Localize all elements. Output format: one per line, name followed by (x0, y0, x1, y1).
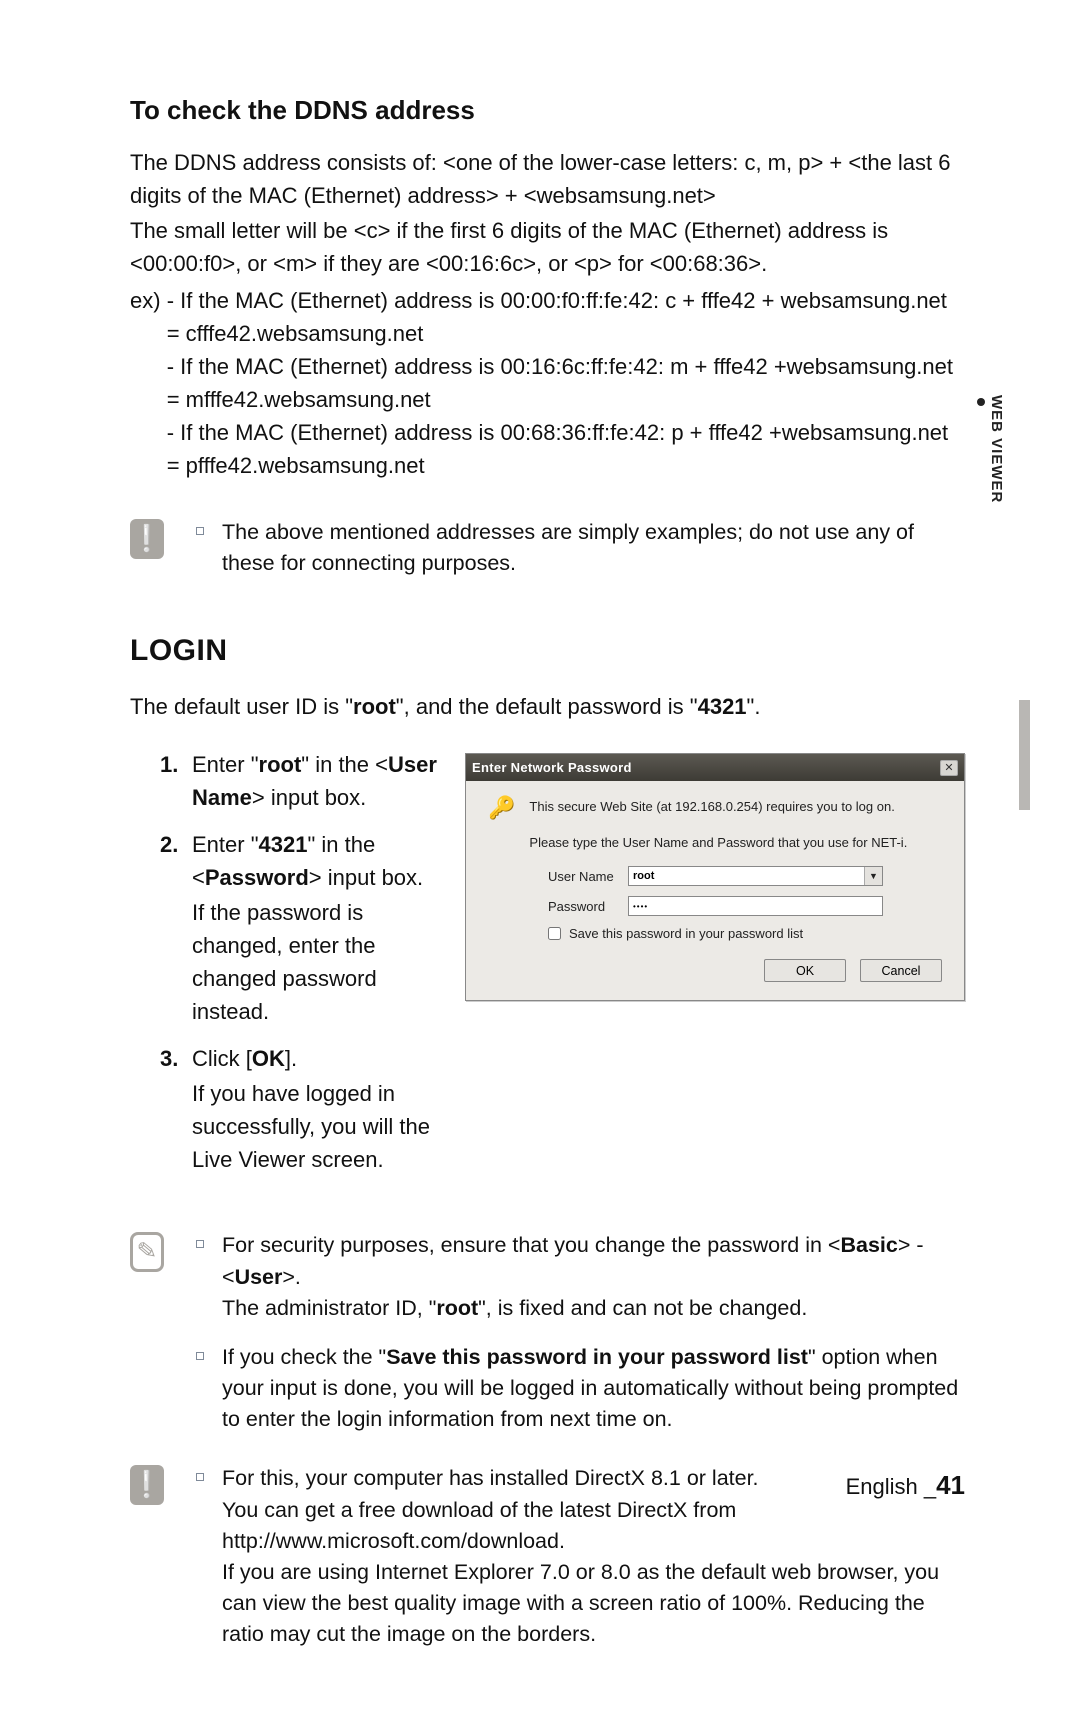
step-3: 3. Click [OK]. (130, 1042, 440, 1075)
close-icon[interactable]: ✕ (940, 760, 958, 776)
ddns-example-block: ex) - If the MAC (Ethernet) address is 0… (130, 284, 965, 482)
save-password-checkbox[interactable] (548, 927, 561, 940)
login-tip-callout: For security purposes, ensure that you c… (130, 1230, 965, 1435)
login-heading: LOGIN (130, 634, 965, 668)
username-input[interactable] (629, 867, 864, 885)
username-label: User Name (548, 869, 628, 884)
ddns-warning-text: The above mentioned addresses are simply… (222, 517, 965, 579)
step-2-sub: If the password is changed, enter the ch… (130, 896, 440, 1028)
example-line-2: - If the MAC (Ethernet) address is 00:16… (167, 350, 965, 416)
cancel-button[interactable]: Cancel (860, 959, 942, 982)
bullet-icon (196, 1473, 204, 1481)
step-number: 2. (160, 828, 184, 894)
ddns-paragraph-1: The DDNS address consists of: <one of th… (130, 146, 965, 212)
dialog-titlebar: Enter Network Password ✕ (466, 754, 964, 781)
tip-2: If you check the "Save this password in … (222, 1342, 965, 1436)
tip-1: For security purposes, ensure that you c… (222, 1230, 965, 1324)
chevron-down-icon[interactable]: ▼ (864, 867, 882, 885)
bullet-icon (196, 527, 204, 535)
example-indent (130, 350, 167, 416)
bullet-icon (196, 1240, 204, 1248)
step-1: 1. Enter "root" in the <User Name> input… (130, 748, 440, 814)
page-footer: English _41 (846, 1470, 965, 1501)
login-intro: The default user ID is "root", and the d… (130, 690, 965, 723)
step-number: 1. (160, 748, 184, 814)
login-warning-callout: For this, your computer has installed Di… (130, 1463, 965, 1650)
example-line-1: - If the MAC (Ethernet) address is 00:00… (167, 284, 965, 350)
key-icon: 🔑 (488, 795, 515, 852)
bullet-icon (196, 1352, 204, 1360)
warning-icon (130, 1465, 164, 1505)
dialog-message-1: This secure Web Site (at 192.168.0.254) … (529, 797, 907, 817)
example-line-3: - If the MAC (Ethernet) address is 00:68… (167, 416, 965, 482)
warning-icon (130, 519, 164, 559)
ddns-warning-callout: The above mentioned addresses are simply… (130, 517, 965, 579)
password-label: Password (548, 899, 628, 914)
step-3-sub: If you have logged in successfully, you … (130, 1077, 440, 1176)
save-password-label: Save this password in your password list (569, 926, 803, 941)
password-input[interactable] (628, 896, 883, 916)
ddns-heading: To check the DDNS address (130, 95, 965, 126)
page-number: 41 (936, 1470, 965, 1500)
ok-button[interactable]: OK (764, 959, 846, 982)
login-dialog: Enter Network Password ✕ 🔑 This secure W… (465, 753, 965, 1001)
login-steps-list: 1. Enter "root" in the <User Name> input… (130, 748, 440, 1190)
ddns-paragraph-2: The small letter will be <c> if the firs… (130, 214, 965, 280)
footer-language: English _ (846, 1474, 937, 1499)
dialog-message-2: Please type the User Name and Password t… (529, 833, 907, 853)
note-icon (130, 1232, 164, 1272)
example-prefix: ex) (130, 284, 167, 350)
step-number: 3. (160, 1042, 184, 1075)
dialog-title: Enter Network Password (472, 760, 632, 775)
example-indent (130, 416, 167, 482)
step-2: 2. Enter "4321" in the <Password> input … (130, 828, 440, 894)
